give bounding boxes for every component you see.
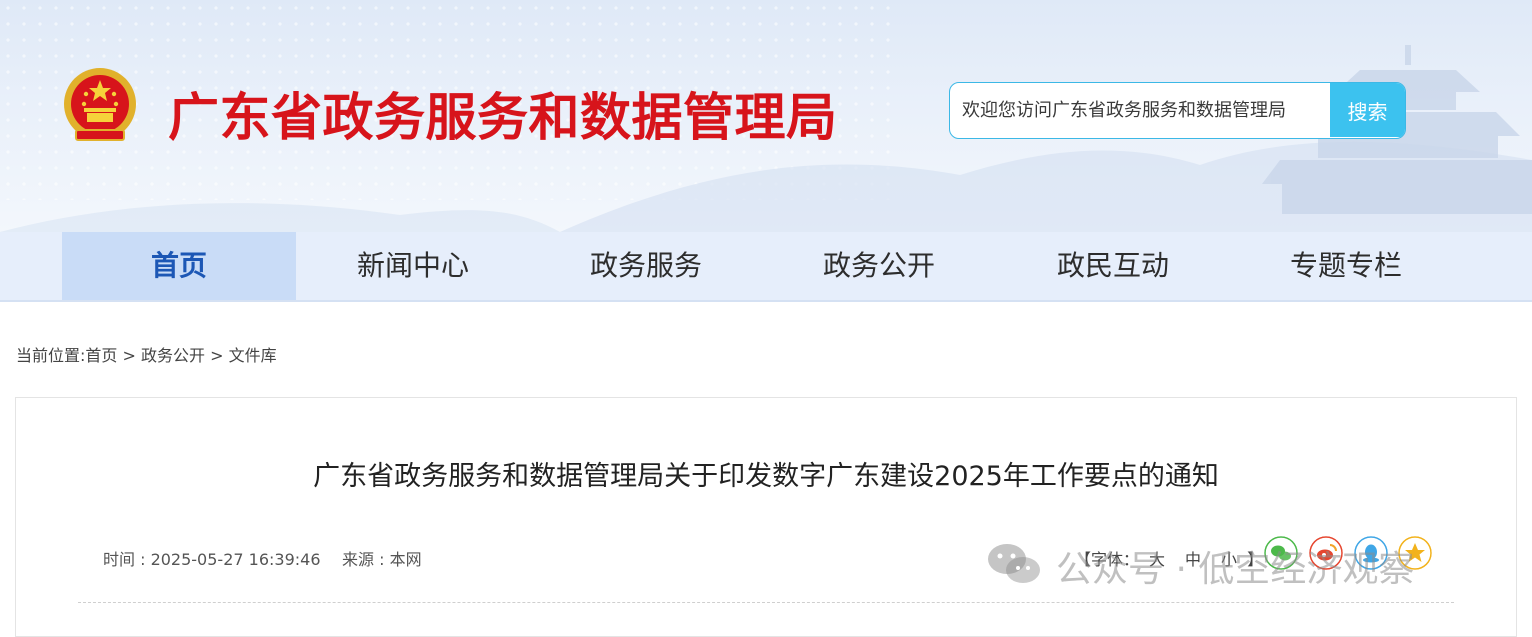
breadcrumb: 当前位置:首页 > 政务公开 > 文件库	[16, 342, 277, 366]
search-button[interactable]: 搜索	[1330, 83, 1405, 137]
nav-item-home[interactable]: 首页	[62, 232, 296, 300]
national-emblem-icon	[64, 68, 136, 141]
nav-item-topics[interactable]: 专题专栏	[1229, 232, 1463, 300]
breadcrumb-prefix: 当前位置:	[16, 346, 86, 365]
article-source: 来源 : 本网	[342, 550, 422, 569]
watermark-text: 公众号 · 低空经济观察	[1056, 549, 1415, 590]
search-box: 搜索	[949, 82, 1406, 139]
breadcrumb-separator: >	[117, 346, 141, 365]
nav-item-news[interactable]: 新闻中心	[296, 232, 530, 300]
nav-item-disclosure[interactable]: 政务公开	[762, 232, 996, 300]
nav-item-services[interactable]: 政务服务	[529, 232, 763, 300]
header-banner: 广东省政务服务和数据管理局 搜索	[0, 0, 1532, 232]
divider	[78, 602, 1454, 603]
site-title: 广东省政务服务和数据管理局	[168, 89, 838, 148]
breadcrumb-home-link[interactable]: 首页	[85, 346, 117, 365]
main-nav: 首页 新闻中心 政务服务 政务公开 政民互动 专题专栏	[0, 232, 1532, 302]
breadcrumb-separator: >	[205, 346, 229, 365]
publish-time: 时间 : 2025-05-27 16:39:46	[103, 550, 321, 569]
breadcrumb-library-link[interactable]: 文件库	[229, 346, 277, 365]
search-input[interactable]	[950, 83, 1342, 137]
article-panel	[15, 397, 1517, 637]
nav-item-interaction[interactable]: 政民互动	[996, 232, 1230, 300]
wechat-watermark-icon	[988, 544, 1040, 583]
article-title: 广东省政务服务和数据管理局关于印发数字广东建设2025年工作要点的通知	[313, 461, 1219, 492]
breadcrumb-disclosure-link[interactable]: 政务公开	[141, 346, 205, 365]
